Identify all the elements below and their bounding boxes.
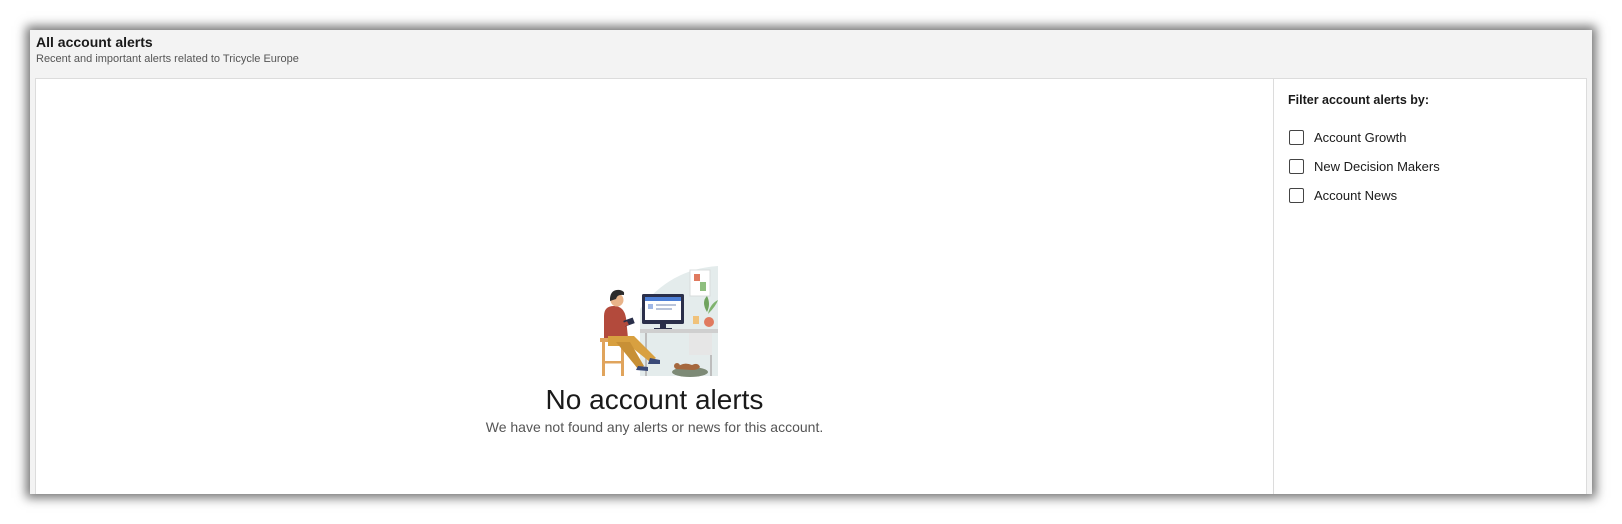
panel-subtitle: Recent and important alerts related to T…	[36, 53, 299, 65]
new-decision-makers-checkbox[interactable]	[1289, 158, 1304, 174]
filter-pane: Filter account alerts by: Account Growth…	[1274, 79, 1586, 494]
empty-state-message: We have not found any alerts or news for…	[485, 419, 824, 435]
panel-title: All account alerts	[36, 34, 153, 50]
filter-new-decision-makers[interactable]: New Decision Makers	[1289, 156, 1440, 176]
filter-title: Filter account alerts by:	[1288, 93, 1430, 107]
filter-label: New Decision Makers	[1314, 158, 1440, 174]
alerts-list-pane: No account alerts We have not found any …	[36, 79, 1274, 494]
panel-header: All account alerts Recent and important …	[36, 32, 299, 66]
empty-state-title: No account alerts	[545, 384, 764, 415]
filter-list: Account Growth New Decision Makers Accou…	[1289, 127, 1440, 214]
filter-account-growth[interactable]: Account Growth	[1289, 127, 1440, 147]
alerts-content: No account alerts We have not found any …	[35, 78, 1587, 494]
person-at-desk-illustration	[599, 266, 718, 377]
empty-state: No account alerts We have not found any …	[36, 264, 1273, 436]
account-news-checkbox[interactable]	[1289, 187, 1304, 203]
account-growth-checkbox[interactable]	[1289, 129, 1304, 145]
filter-label: Account Growth	[1314, 129, 1407, 145]
account-alerts-panel: All account alerts Recent and important …	[30, 30, 1592, 494]
filter-label: Account News	[1314, 187, 1398, 203]
filter-account-news[interactable]: Account News	[1289, 185, 1440, 205]
